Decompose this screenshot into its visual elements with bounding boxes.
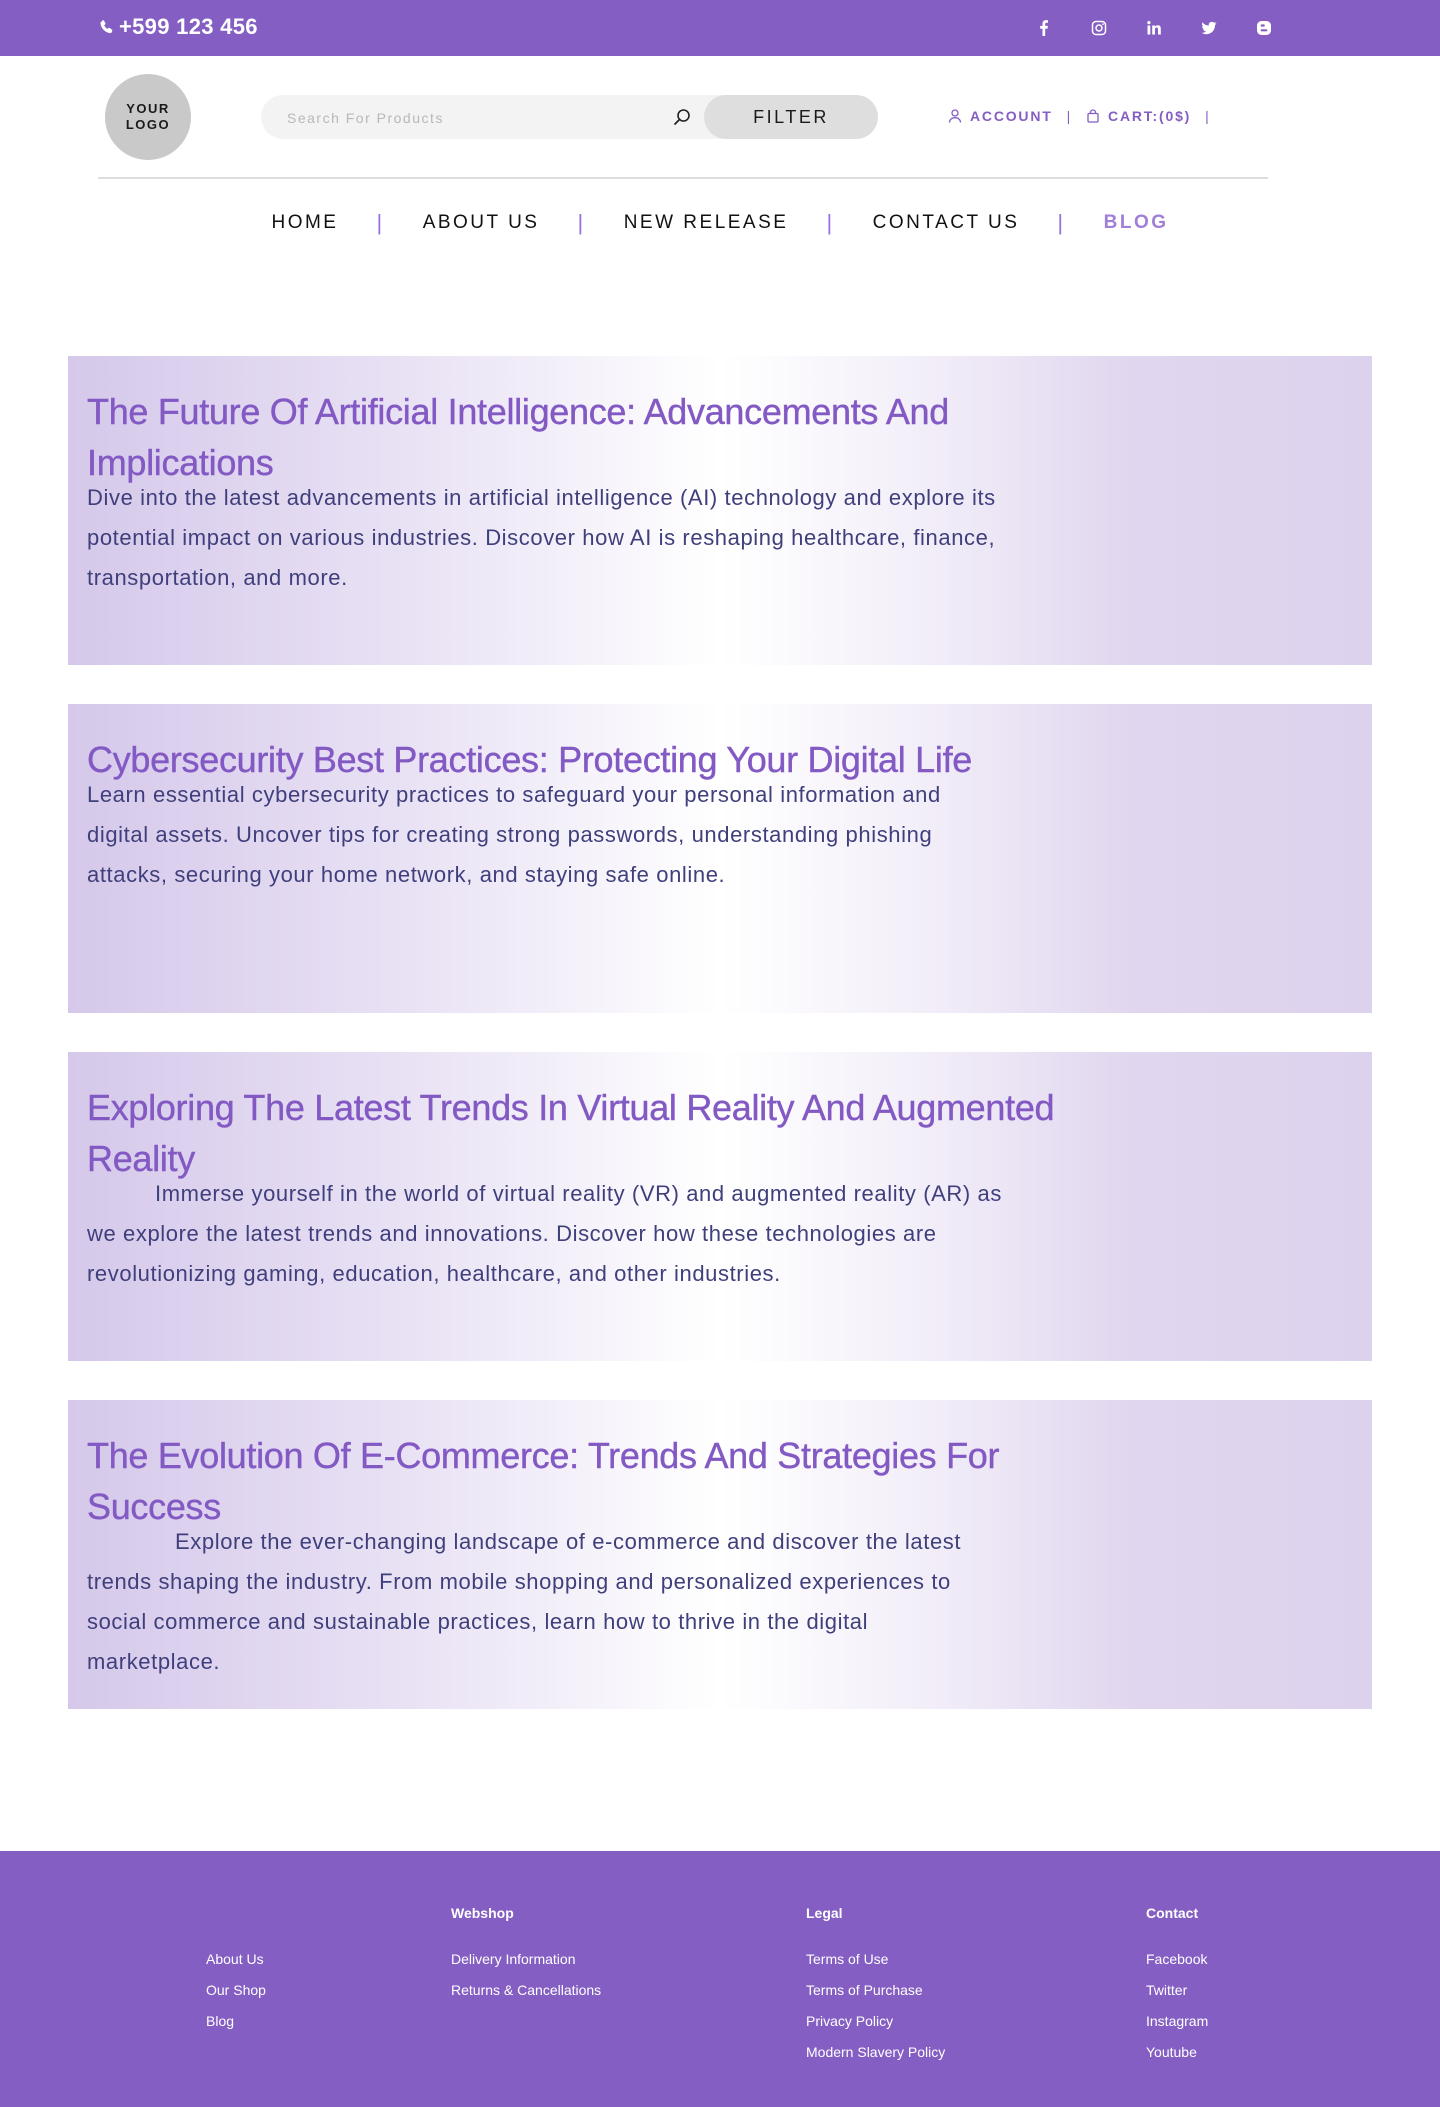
nav-blog[interactable]: BLOG: [1104, 212, 1169, 234]
blog-post-card[interactable]: Exploring The Latest Trends In Virtual R…: [68, 1052, 1372, 1361]
cart-label: CART:(0$): [1108, 108, 1192, 124]
footer-col-contact: Contact Facebook Twitter Instagram Youtu…: [1146, 1903, 1208, 2068]
footer-heading: Contact: [1146, 1905, 1199, 1921]
account-cart-links: ACCOUNT | CART:(0$) |: [948, 108, 1225, 124]
nav-home[interactable]: HOME: [271, 212, 338, 234]
footer-col-general: About Us Our Shop Blog: [206, 1903, 266, 2037]
footer-link-terms-of-purchase[interactable]: Terms of Purchase: [806, 1975, 945, 2006]
footer-col-webshop: Webshop Delivery Information Returns & C…: [451, 1903, 601, 2006]
footer-heading: Legal: [806, 1905, 843, 1921]
blog-post-card[interactable]: Cybersecurity Best Practices: Protecting…: [68, 704, 1372, 1013]
logo[interactable]: YOUR LOGO: [105, 74, 191, 160]
footer-link-instagram[interactable]: Instagram: [1146, 2006, 1208, 2037]
cart-link[interactable]: CART:(0$): [1086, 108, 1191, 124]
footer-link-our-shop[interactable]: Our Shop: [206, 1975, 266, 2006]
phone-number: +599 123 456: [119, 14, 258, 39]
phone-icon: [100, 20, 113, 34]
account-link[interactable]: ACCOUNT: [948, 108, 1053, 124]
footer-link-youtube[interactable]: Youtube: [1146, 2037, 1208, 2068]
blog-post-excerpt: Immerse yourself in the world of virtual…: [87, 1181, 1002, 1286]
logo-text-line1: YOUR: [126, 101, 170, 116]
facebook-icon[interactable]: [1032, 16, 1056, 40]
nav-contact-us[interactable]: CONTACT US: [873, 212, 1020, 234]
user-icon: [948, 109, 962, 123]
nav-new-release[interactable]: NEW RELEASE: [624, 212, 789, 234]
search-bar: FILTER: [261, 95, 878, 141]
nav-divider: |: [826, 210, 835, 235]
phone-link[interactable]: +599 123 456: [98, 14, 258, 40]
nav-divider: |: [577, 210, 586, 235]
blog-post-title[interactable]: Exploring The Latest Trends In Virtual R…: [87, 1082, 1087, 1184]
main-nav: HOME | ABOUT US | NEW RELEASE | CONTACT …: [0, 210, 1440, 236]
nav-divider: |: [376, 210, 385, 235]
search-icon[interactable]: [672, 107, 692, 127]
divider: |: [1205, 108, 1211, 124]
footer-link-modern-slavery[interactable]: Modern Slavery Policy: [806, 2037, 945, 2068]
footer-link-blog[interactable]: Blog: [206, 2006, 266, 2037]
nav-about-us[interactable]: ABOUT US: [423, 212, 540, 234]
blog-post-card[interactable]: The Future Of Artificial Intelligence: A…: [68, 356, 1372, 665]
blog-post-excerpt: Learn essential cybersecurity practices …: [87, 782, 941, 887]
blog-post-excerpt: Explore the ever-changing landscape of e…: [87, 1529, 962, 1674]
nav-divider: |: [1057, 210, 1066, 235]
filter-button[interactable]: FILTER: [704, 95, 878, 139]
top-bar: +599 123 456: [0, 0, 1440, 56]
divider: |: [1066, 108, 1073, 124]
blog-post-card[interactable]: The Evolution Of E-Commerce: Trends And …: [68, 1400, 1372, 1709]
footer: About Us Our Shop Blog Webshop Delivery …: [0, 1851, 1440, 2107]
account-label: ACCOUNT: [970, 108, 1053, 124]
blog-post-title[interactable]: The Future Of Artificial Intelligence: A…: [87, 386, 1087, 488]
footer-link-terms-of-use[interactable]: Terms of Use: [806, 1944, 945, 1975]
blogger-icon[interactable]: [1252, 16, 1276, 40]
instagram-icon[interactable]: [1087, 16, 1111, 40]
footer-link-about-us[interactable]: About Us: [206, 1944, 266, 1975]
footer-link-twitter[interactable]: Twitter: [1146, 1975, 1208, 2006]
footer-heading: Webshop: [451, 1905, 514, 1921]
search-input[interactable]: [285, 95, 669, 141]
footer-link-delivery[interactable]: Delivery Information: [451, 1944, 601, 1975]
logo-text-line2: LOGO: [125, 117, 171, 132]
footer-link-returns[interactable]: Returns & Cancellations: [451, 1975, 601, 2006]
social-links: [1032, 16, 1307, 40]
shopping-bag-icon: [1087, 109, 1099, 123]
footer-col-legal: Legal Terms of Use Terms of Purchase Pri…: [806, 1903, 945, 2068]
header-divider: [98, 177, 1268, 179]
blog-post-excerpt: Dive into the latest advancements in art…: [87, 485, 996, 590]
footer-link-facebook[interactable]: Facebook: [1146, 1944, 1208, 1975]
footer-link-privacy-policy[interactable]: Privacy Policy: [806, 2006, 945, 2037]
blog-post-title[interactable]: The Evolution Of E-Commerce: Trends And …: [87, 1430, 1087, 1532]
footer-heading-empty: [206, 1903, 266, 1928]
linkedin-icon[interactable]: [1142, 16, 1166, 40]
twitter-icon[interactable]: [1197, 16, 1221, 40]
